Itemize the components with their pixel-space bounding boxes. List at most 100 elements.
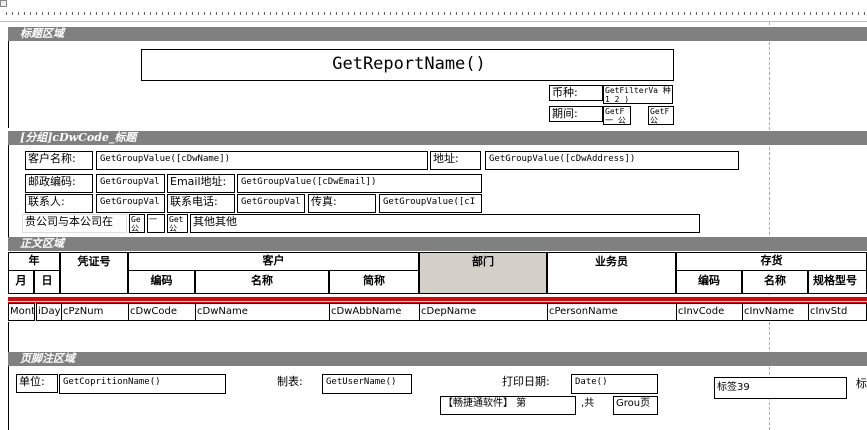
header-customer-code[interactable]: 编码 [128,271,195,293]
header-salesperson[interactable]: 业务员 [547,253,676,293]
cell-inventory-code[interactable]: cInvCode [676,303,743,321]
statement-field-1[interactable]: Ge 公 [129,214,145,233]
period-end-field[interactable]: GetF 公 [648,106,674,125]
ruler-tick [168,12,169,15]
header-voucher-no[interactable]: 凭证号 [60,253,128,293]
header-inventory-spec[interactable]: 规格型号 [808,271,867,293]
ruler-tick [558,12,559,15]
cell-salesperson[interactable]: cPersonName [547,303,677,321]
ruler-tick [372,12,373,15]
cell-customer-name[interactable]: cDwName [195,303,330,321]
report-title-field[interactable]: GetReportName() [141,49,674,81]
header-month[interactable]: 月 [8,271,34,293]
ruler-tick [288,12,289,15]
header-customer[interactable]: 客户 [128,253,419,271]
email-label[interactable]: Email地址: [167,174,235,193]
statement-field-2[interactable]: 一 [147,214,165,233]
header-inventory-name[interactable]: 名称 [742,271,808,293]
ruler-tick [780,12,781,15]
address-field[interactable]: GetGroupValue([cDwAddress]) [485,151,739,170]
ruler-tick [792,12,793,15]
header-customer-abbr[interactable]: 简称 [329,271,419,293]
label-39[interactable]: 标签39 [714,377,847,399]
statement-field-3[interactable]: Get 公 [167,214,188,233]
header-customer-name[interactable]: 名称 [195,271,329,293]
contact-field[interactable]: GetGroupVal [96,194,165,213]
band-footer-area[interactable]: 页脚注区域 [8,352,867,366]
page-total-field[interactable]: Grou页 [613,396,658,415]
period-label[interactable]: 期间: [549,106,603,122]
ruler-tick [96,12,97,15]
header-inventory-code[interactable]: 编码 [676,271,742,293]
band-title-area[interactable]: 标题区域 [8,27,867,41]
maker-label[interactable]: 制表: [274,374,322,393]
period-start-field[interactable]: GetF 一 公 [603,106,631,125]
fax-field[interactable]: GetGroupValue([cI [379,194,482,213]
header-department[interactable]: 部门 [419,253,547,293]
ruler-tick [624,12,625,15]
table-row: Month iDay cPzNum cDwCode cDwName cDwAbb… [8,303,867,323]
postcode-field[interactable]: GetGroupVal [96,174,165,193]
ruler-tick [264,12,265,15]
ruler-tick [498,12,499,15]
phone-label[interactable]: 联系电话: [167,194,235,213]
header-day[interactable]: 日 [34,271,60,293]
band-body-area[interactable]: 正文区域 [8,237,867,251]
ruler-tick [420,12,421,15]
ruler-tick [636,12,637,15]
cell-day[interactable]: iDay [36,303,62,321]
print-date-label[interactable]: 打印日期: [499,374,569,393]
cell-customer-abbr[interactable]: cDwAbbName [329,303,420,321]
cell-inventory-name[interactable]: cInvName [742,303,809,321]
other-label[interactable]: 其他其他 [190,214,700,233]
cell-customer-code[interactable]: cDwCode [128,303,196,321]
ruler-tick [336,12,337,15]
ruler-tick [840,12,841,15]
cell-inventory-spec[interactable]: cInvStd [808,303,867,321]
statement-label[interactable]: 贵公司与本公司在 [22,214,127,233]
ruler-tick [822,12,823,15]
ruler-tick [522,12,523,15]
currency-label[interactable]: 币种: [549,85,603,101]
currency-field[interactable]: GetFilterVa 种1 2 ) [603,85,673,104]
ruler-tick [78,12,79,15]
cell-voucher[interactable]: cPzNum [61,303,129,321]
cell-department[interactable]: cDepName [419,303,548,321]
postcode-label[interactable]: 邮政编码: [25,174,93,193]
ruler-tick [696,12,697,15]
header-inventory[interactable]: 存货 [676,253,867,271]
ruler-tick [666,12,667,15]
header-year[interactable]: 年 [8,253,60,271]
ruler-tick [858,12,859,15]
band-group-header[interactable]: [分组]cDwCode_标题 [8,131,867,145]
ruler-tick [276,12,277,15]
software-page-label[interactable]: 【畅捷通软件】 第 [440,396,576,415]
ruler-corner-icon [0,0,7,7]
ruler-tick [672,12,673,15]
page-separator-label[interactable]: ,共 [578,396,612,415]
ruler-tick [678,12,679,15]
customer-name-label[interactable]: 客户名称: [25,151,93,170]
ruler-tick [150,12,151,15]
ruler-tick [828,12,829,15]
fax-label[interactable]: 传真: [308,194,376,213]
phone-field[interactable]: GetGroupVal [237,194,305,213]
unit-field[interactable]: GetCopritionName() [59,374,226,394]
print-date-field[interactable]: Date() [571,374,658,394]
ruler-tick [186,12,187,15]
cell-month[interactable]: Month [8,303,35,321]
address-label[interactable]: 地址: [430,151,481,170]
label-partial[interactable]: 标 [854,377,867,399]
maker-field[interactable]: GetUserName() [322,374,412,394]
top-ruler [0,0,867,22]
ruler-tick [354,12,355,15]
email-field[interactable]: GetGroupValue([cDwEmail]) [237,174,482,193]
ruler-tick [720,12,721,15]
ruler-tick [462,12,463,15]
ruler-tick [600,12,601,15]
ruler-tick [834,12,835,15]
customer-name-field[interactable]: GetGroupValue([cDwName]) [96,151,428,170]
contact-label[interactable]: 联系人: [25,194,93,213]
ruler-tick [156,12,157,15]
unit-label[interactable]: 单位: [16,374,58,393]
